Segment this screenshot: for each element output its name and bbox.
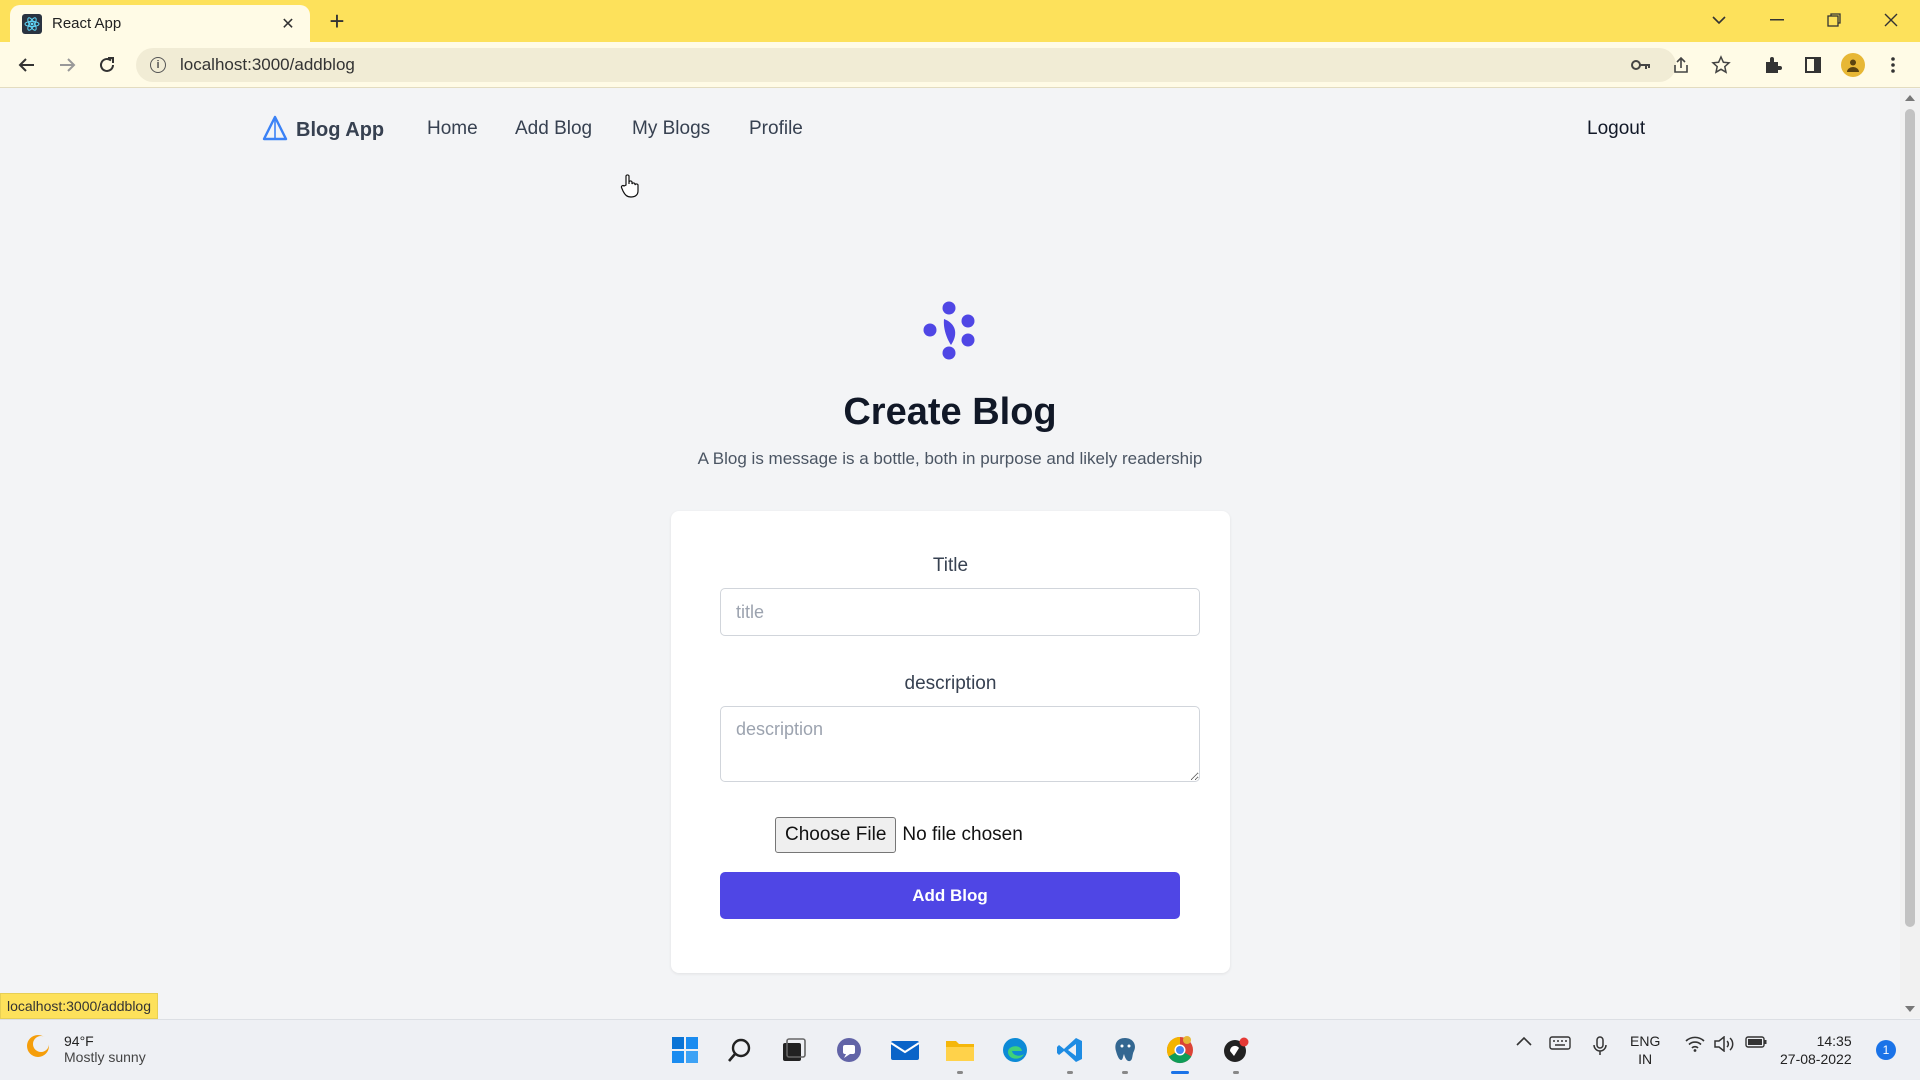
title-label: Title	[932, 555, 969, 576]
search-icon[interactable]	[722, 1032, 758, 1068]
minimize-icon[interactable]	[1754, 0, 1800, 40]
tab-title: React App	[52, 15, 122, 32]
description-input[interactable]	[720, 706, 1200, 782]
react-icon	[22, 13, 42, 34]
chevron-up-icon[interactable]	[1514, 1036, 1534, 1046]
teams-chat-icon[interactable]	[831, 1032, 867, 1068]
file-explorer-icon[interactable]	[942, 1032, 978, 1074]
brand-name: Blog App	[296, 119, 385, 141]
reload-icon[interactable]	[92, 50, 122, 80]
tab-search-icon[interactable]	[1696, 0, 1742, 40]
edge-icon[interactable]	[997, 1032, 1033, 1068]
restore-icon[interactable]	[1811, 0, 1857, 40]
site-info-icon[interactable]: i	[150, 57, 166, 73]
nav-profile[interactable]: Profile	[749, 118, 803, 140]
microphone-icon[interactable]	[1590, 1036, 1610, 1056]
key-icon[interactable]	[1630, 54, 1652, 76]
add-blog-button[interactable]: Add Blog	[720, 872, 1180, 919]
scroll-thumb[interactable]	[1905, 109, 1915, 927]
scroll-down-icon[interactable]	[1905, 1006, 1915, 1012]
file-upload: Choose File No file chosen	[775, 817, 1023, 853]
omnibox-actions	[1630, 54, 1732, 76]
volume-icon[interactable]	[1714, 1036, 1736, 1052]
file-status: No file chosen	[902, 824, 1023, 845]
clock-time: 14:35	[1816, 1033, 1852, 1049]
start-icon[interactable]	[667, 1032, 703, 1068]
triangle-logo-icon	[262, 115, 288, 146]
weather-temperature: 94°F	[64, 1032, 94, 1049]
forward-icon[interactable]	[52, 50, 82, 80]
nav-my-blogs[interactable]: My Blogs	[632, 118, 710, 140]
browser-tab[interactable]: React App ✕	[10, 5, 310, 42]
recorder-icon[interactable]	[1218, 1032, 1254, 1074]
description-label: description	[904, 673, 997, 694]
brand[interactable]: Blog App	[262, 115, 384, 146]
vscode-icon[interactable]	[1052, 1032, 1088, 1074]
page-scrollbar[interactable]	[1900, 89, 1920, 1018]
mail-icon[interactable]	[887, 1032, 923, 1068]
profile-avatar[interactable]	[1838, 50, 1868, 80]
hand-cursor-icon	[620, 173, 640, 204]
running-indicator	[1233, 1071, 1239, 1074]
share-icon[interactable]	[1670, 54, 1692, 76]
clock-date: 27-08-2022	[1780, 1051, 1852, 1067]
active-indicator	[1171, 1071, 1189, 1074]
postgres-icon[interactable]	[1107, 1032, 1143, 1074]
user-icon	[1841, 53, 1865, 77]
battery-icon[interactable]	[1744, 1036, 1768, 1048]
browser-toolbar: i localhost:3000/addblog	[0, 42, 1920, 88]
language-indicator[interactable]: ENG IN	[1630, 1032, 1660, 1068]
create-blog-form: Title description Choose File No file ch…	[671, 511, 1230, 973]
new-tab-icon[interactable]: +	[325, 6, 349, 36]
page-content: Blog App Home Add Blog My Blogs Profile …	[0, 89, 1900, 1018]
address-bar[interactable]: i localhost:3000/addblog	[136, 48, 1676, 82]
scroll-up-icon[interactable]	[1905, 95, 1915, 101]
running-indicator	[1122, 1071, 1128, 1074]
side-panel-icon[interactable]	[1798, 50, 1828, 80]
task-view-icon[interactable]	[776, 1032, 812, 1068]
close-window-icon[interactable]	[1868, 0, 1914, 40]
blog-logo-icon	[917, 299, 983, 368]
nav-home[interactable]: Home	[427, 118, 478, 140]
wifi-icon[interactable]	[1684, 1036, 1706, 1052]
weather-description: Mostly sunny	[64, 1048, 146, 1065]
bookmark-star-icon[interactable]	[1710, 54, 1732, 76]
browser-tab-strip: React App ✕ +	[0, 0, 1920, 42]
back-icon[interactable]	[12, 50, 42, 80]
chrome-icon[interactable]	[1162, 1032, 1198, 1074]
link-status-bar: localhost:3000/addblog	[0, 993, 159, 1019]
running-indicator	[957, 1071, 963, 1074]
notification-badge[interactable]: 1	[1876, 1040, 1896, 1060]
close-tab-icon[interactable]: ✕	[278, 14, 298, 34]
language-code: ENG	[1630, 1033, 1661, 1049]
keyboard-icon[interactable]	[1548, 1036, 1572, 1050]
running-indicator	[1067, 1071, 1073, 1074]
extensions-icon[interactable]	[1758, 50, 1788, 80]
address-url[interactable]: localhost:3000/addblog	[180, 55, 355, 75]
browser-menu-icon[interactable]	[1878, 50, 1908, 80]
weather-widget[interactable]: 94°F Mostly sunny	[24, 1032, 146, 1065]
title-input[interactable]	[720, 588, 1200, 636]
region-code: IN	[1638, 1051, 1653, 1067]
page-subtitle: A Blog is message is a bottle, both in p…	[697, 449, 1203, 468]
page-title: Create Blog	[843, 391, 1057, 433]
clock[interactable]: 14:35 27-08-2022	[1780, 1032, 1852, 1068]
choose-file-button[interactable]: Choose File	[775, 817, 897, 853]
taskbar: 94°F Mostly sunny ENG IN 14:35 27-08-202…	[0, 1019, 1920, 1080]
nav-add-blog[interactable]: Add Blog	[515, 118, 592, 140]
logout-link[interactable]: Logout	[1587, 118, 1645, 140]
sun-icon	[24, 1032, 52, 1065]
